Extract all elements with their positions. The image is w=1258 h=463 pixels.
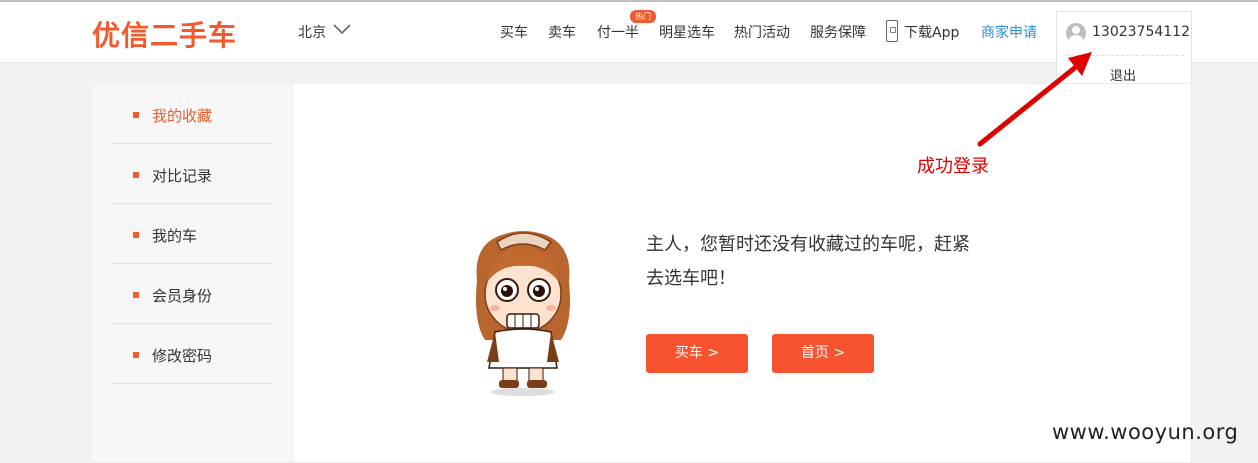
nav-sell-car[interactable]: 卖车 — [548, 22, 576, 42]
sidebar-item-label: 对比记录 — [152, 167, 213, 185]
sidebar-item-label: 我的车 — [152, 227, 198, 245]
sidebar-item-label: 我的收藏 — [152, 107, 213, 125]
empty-favorites-message: 主人，您暂时还没有收藏过的车呢，赶紧 去选车吧！ — [646, 228, 1026, 296]
sidebar-item-my-car[interactable]: 我的车 — [112, 204, 272, 264]
login-success-annotation: 成功登录 — [917, 156, 989, 177]
user-avatar-icon[interactable] — [1066, 23, 1086, 43]
home-button[interactable]: 首页 > — [772, 334, 874, 373]
bullet-icon — [133, 172, 139, 178]
bullet-icon — [133, 232, 139, 238]
sidebar-item-favorites[interactable]: 我的收藏 — [112, 84, 272, 144]
logout-link[interactable]: 退出 — [1110, 65, 1136, 84]
sidebar-item-membership[interactable]: 会员身份 — [112, 264, 272, 324]
sidebar-item-label: 会员身份 — [152, 287, 213, 305]
bullet-icon — [133, 352, 139, 358]
city-selector[interactable]: 北京 — [298, 22, 326, 42]
nav-service[interactable]: 服务保障 — [810, 22, 866, 42]
sidebar-item-label: 修改密码 — [152, 347, 213, 365]
mobile-phone-icon[interactable] — [886, 20, 898, 42]
bullet-icon — [133, 292, 139, 298]
nav-half-pay[interactable]: 付一半 — [597, 22, 639, 42]
empty-message-line2: 去选车吧！ — [646, 268, 736, 289]
site-logo[interactable]: 优信二手车 — [92, 14, 237, 54]
sidebar-item-change-password[interactable]: 修改密码 — [112, 324, 272, 384]
bullet-icon — [133, 112, 139, 118]
hot-badge: 热门 — [630, 10, 656, 23]
nav-merchant-apply[interactable]: 商家申请 — [981, 22, 1037, 42]
empty-message-line1: 主人，您暂时还没有收藏过的车呢，赶紧 — [646, 234, 970, 255]
nav-download-app[interactable]: 下载App — [904, 22, 959, 42]
user-phone-number[interactable]: 13023754112 — [1092, 24, 1190, 40]
mascot-illustration — [476, 231, 570, 396]
buy-car-button[interactable]: 买车 > — [646, 334, 748, 373]
annotation-arrow-icon — [977, 52, 1092, 147]
sidebar-item-compare-history[interactable]: 对比记录 — [112, 144, 272, 204]
watermark: www.wooyun.org — [1052, 420, 1239, 444]
nav-buy-car[interactable]: 买车 — [500, 22, 528, 42]
nav-star-pick[interactable]: 明星选车 — [659, 22, 715, 42]
nav-hot-events[interactable]: 热门活动 — [734, 22, 790, 42]
chevron-down-icon[interactable] — [333, 23, 351, 35]
